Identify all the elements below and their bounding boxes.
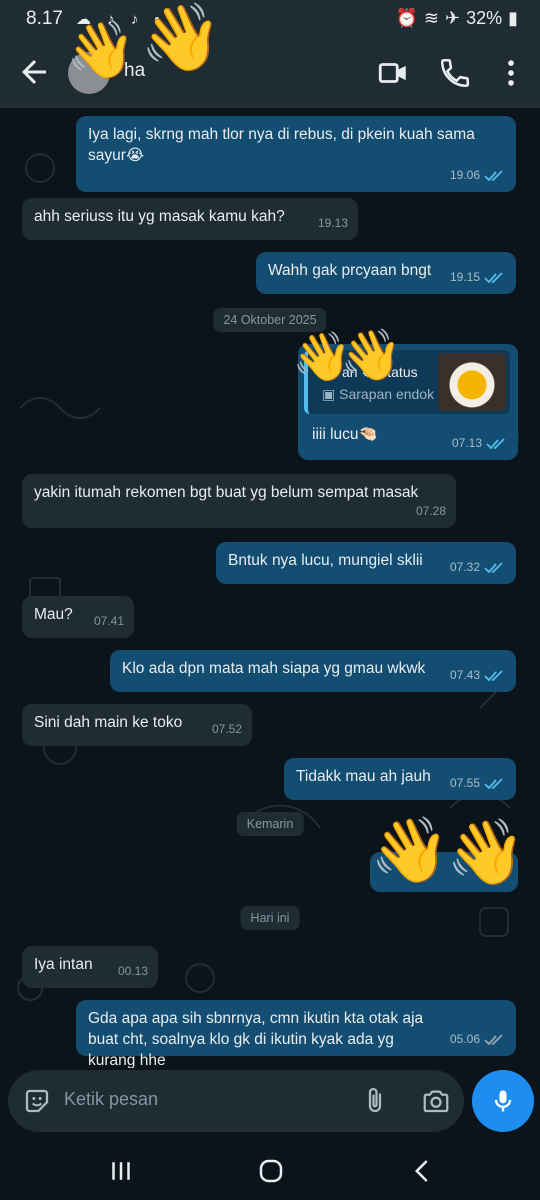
home-icon[interactable] (256, 1156, 286, 1186)
censor-emoji: 👋 (66, 18, 136, 81)
chat-area[interactable]: Iya lagi, skrng mah tlor nya di rebus, d… (0, 108, 540, 1068)
battery-percent: 32% (466, 8, 503, 28)
mic-button[interactable] (472, 1070, 534, 1132)
mic-icon (494, 1090, 512, 1112)
message-meta: 07.55 (450, 773, 506, 794)
message-bubble-incoming[interactable]: Sini dah main ke toko 07.52 (22, 704, 252, 746)
message-meta: 05.06 (450, 1029, 506, 1050)
message-time: 07.28 (415, 504, 446, 518)
message-time: 07.52 (211, 722, 242, 736)
status-time: 8.17 (26, 8, 63, 29)
status-right: ⏰ ≋ ✈ 32% ▮ (395, 8, 518, 29)
message-meta: 00.13 (118, 961, 148, 982)
message-time: 19.06 (449, 168, 480, 182)
battery-icon: ▮ (508, 8, 518, 28)
status-quote-caption: Sarapan endok (339, 386, 435, 402)
paperclip-icon[interactable] (360, 1084, 390, 1118)
message-bubble-outgoing[interactable]: Klo ada dpn mata mah siapa yg gmau wkwk … (110, 650, 516, 692)
date-chip: 24 Oktober 2025 (213, 308, 327, 332)
status-reply-bubble[interactable]: an ⚙ Status ▣ Sarapan endok iiii lucu🤏🏻 … (292, 330, 518, 460)
message-time: 07.43 (449, 668, 480, 682)
message-bubble-outgoing[interactable]: Tidakk mau ah jauh 07.55 (284, 758, 516, 800)
sticker-icon[interactable] (22, 1086, 52, 1116)
camera-icon[interactable] (420, 1086, 452, 1116)
back-nav-icon[interactable] (408, 1156, 438, 1186)
message-meta: 07.43 (450, 665, 506, 686)
message-time: 07.32 (449, 560, 480, 574)
read-ticks-icon (484, 169, 503, 181)
message-text: Iya lagi, skrng mah tlor nya di rebus, d… (88, 126, 475, 164)
message-time: 19.13 (317, 216, 348, 230)
message-time: 00.13 (117, 964, 148, 978)
censor-emoji: 👋 (340, 327, 403, 383)
message-text: yakin itumah rekomen bgt buat yg belum s… (34, 484, 419, 501)
message-meta: 07.13 (452, 433, 508, 454)
censor-emoji: 👋 (370, 814, 450, 886)
message-time: 07.55 (449, 776, 480, 790)
wifi-icon: ≋ (423, 8, 439, 28)
message-bubble-incoming[interactable]: ahh seriuss itu yg masak kamu kah? 19.13 (22, 198, 358, 240)
read-ticks-icon (484, 1033, 503, 1045)
back-arrow-icon[interactable] (16, 54, 52, 90)
date-chip: Hari ini (240, 906, 300, 930)
read-ticks-icon (486, 437, 505, 449)
message-text: Sini dah main ke toko (34, 714, 183, 731)
message-time: 19.15 (449, 270, 480, 284)
video-call-icon[interactable] (376, 56, 410, 90)
more-vert-icon[interactable] (494, 56, 528, 90)
message-text: Gda apa apa sih sbnrnya, cmn ikutin kta … (88, 1010, 424, 1068)
message-bubble-outgoing[interactable]: Gda apa apa sih sbnrnya, cmn ikutin kta … (76, 1000, 516, 1068)
date-chip: Kemarin (236, 812, 304, 836)
message-text: iiii lucu🤏🏻 (312, 426, 378, 443)
alarm-icon: ⏰ (395, 8, 418, 28)
message-meta: 07.32 (450, 557, 506, 578)
message-bubble-outgoing[interactable]: Wahh gak prcyaan bngt 19.15 (256, 252, 516, 294)
status-quote-subtitle: ▣ Sarapan endok (322, 386, 435, 402)
censor-emoji: 👋 (140, 0, 223, 74)
message-meta: 07.41 (94, 611, 124, 632)
phone-icon[interactable] (438, 56, 472, 90)
message-bubble-incoming[interactable]: Iya intan 00.13 (22, 946, 158, 988)
message-bubble-incoming[interactable]: yakin itumah rekomen bgt buat yg belum s… (22, 474, 456, 528)
message-bubble-outgoing[interactable]: Iya lagi, skrng mah tlor nya di rebus, d… (76, 116, 516, 192)
message-text: ahh seriuss itu yg masak kamu kah? (34, 208, 285, 225)
message-input-bar[interactable]: Ketik pesan (8, 1070, 464, 1132)
read-ticks-icon (484, 669, 503, 681)
airplane-icon: ✈ (444, 8, 461, 28)
recents-icon[interactable] (106, 1156, 136, 1186)
message-meta: 19.13 (318, 213, 348, 234)
message-input[interactable]: Ketik pesan (64, 1089, 158, 1110)
message-text: Klo ada dpn mata mah siapa yg gmau wkwk (122, 660, 426, 677)
read-ticks-icon (484, 561, 503, 573)
message-meta: 19.15 (450, 267, 506, 288)
censor-emoji: 👋 (446, 816, 526, 888)
message-meta: 07.28 (416, 501, 446, 522)
message-meta: 07.52 (212, 719, 242, 740)
read-ticks-icon (484, 777, 503, 789)
read-ticks-icon (484, 271, 503, 283)
chat-header: ha 👋 👋 (0, 4, 540, 108)
message-time: 07.41 (93, 614, 124, 628)
message-time: 07.13 (451, 436, 482, 450)
message-time: 05.06 (449, 1032, 480, 1046)
system-nav-bar (0, 1140, 540, 1200)
message-bubble-outgoing[interactable]: Bntuk nya lucu, mungiel sklii 07.32 (216, 542, 516, 584)
status-thumbnail (438, 353, 506, 411)
message-meta: 19.06 (450, 165, 506, 186)
message-bubble-incoming[interactable]: Mau? 07.41 (22, 596, 134, 638)
